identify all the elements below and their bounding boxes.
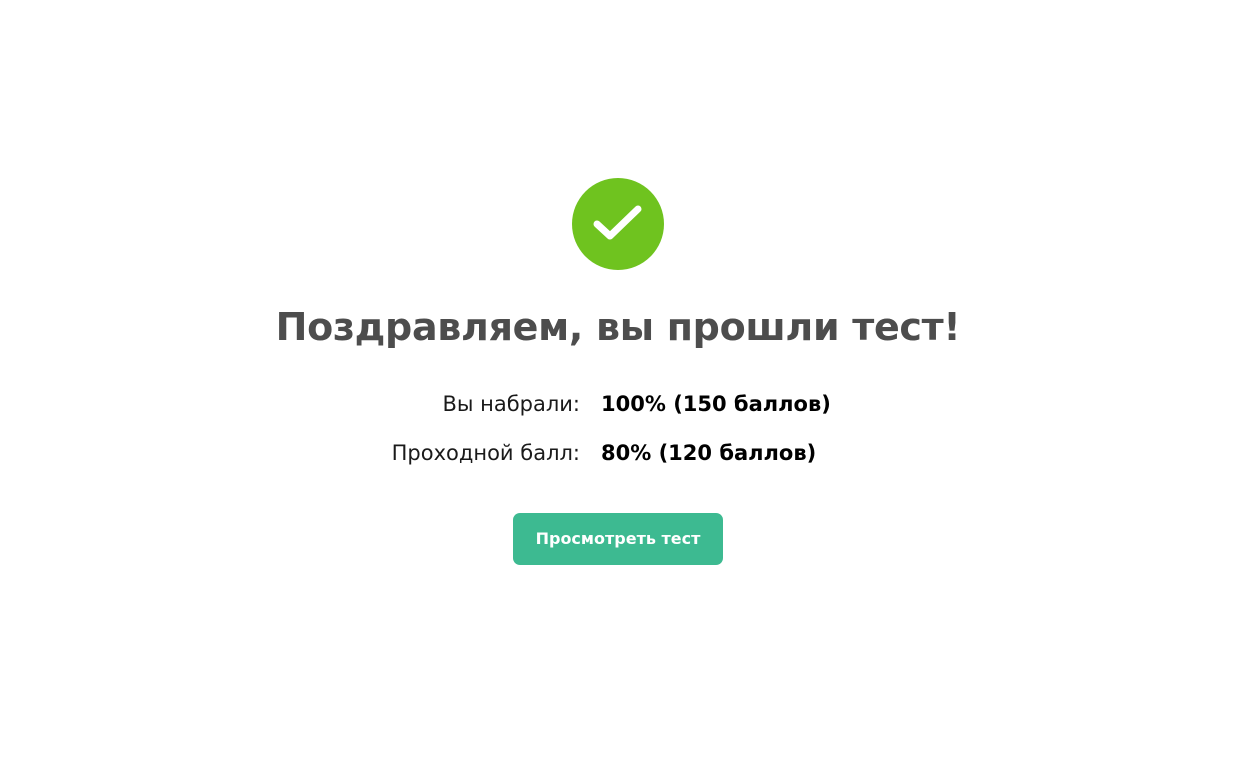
earned-score-value: 100% (150 баллов) [601,392,831,416]
checkmark-icon [593,205,642,240]
checkmark-circle-icon [572,178,664,270]
passing-score-value: 80% (120 баллов) [601,441,817,465]
passing-score-row: Проходной балл: 80% (120 баллов) [0,437,1240,469]
result-panel: Поздравляем, вы прошли тест! Вы набрали:… [0,0,1240,770]
quiz-result-page: Поздравляем, вы прошли тест! Вы набрали:… [0,0,1240,770]
earned-score-row: Вы набрали: 100% (150 баллов) [0,388,1240,420]
passing-score-label: Проходной балл: [391,441,580,465]
result-title: Поздравляем, вы прошли тест! [275,305,961,349]
view-test-button[interactable]: Просмотреть тест [513,513,723,565]
earned-score-label: Вы набрали: [442,392,580,416]
